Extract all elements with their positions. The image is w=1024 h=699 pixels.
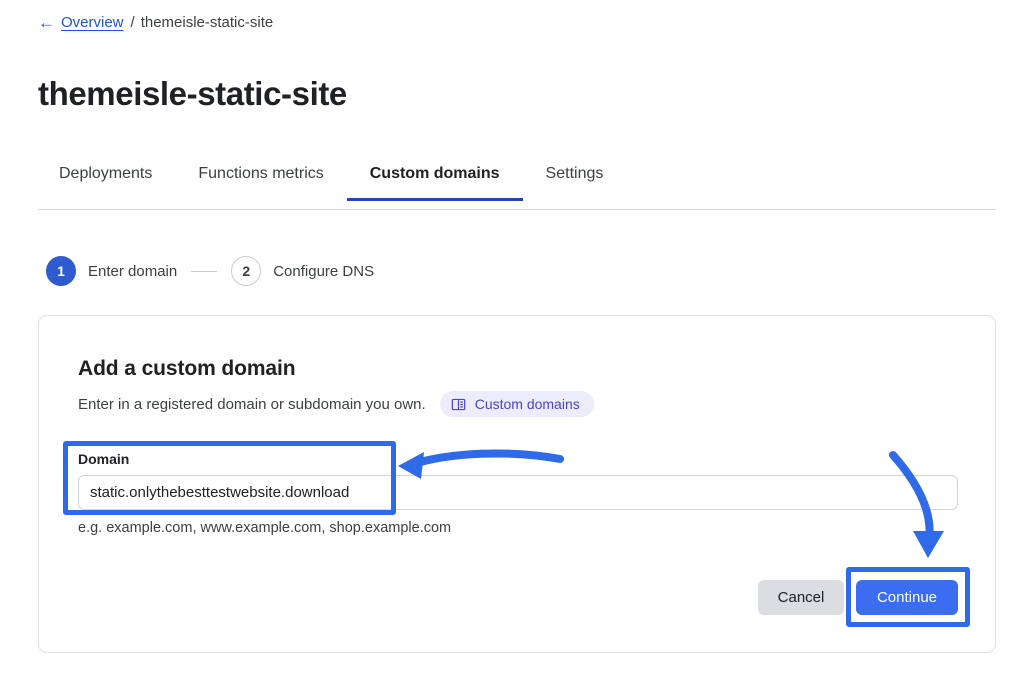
card-title: Add a custom domain: [78, 357, 295, 381]
step-connector: [191, 271, 217, 272]
left-arrow-icon: ←: [38, 14, 55, 31]
breadcrumb: ← Overview / themeisle-static-site: [38, 14, 273, 31]
continue-button[interactable]: Continue: [856, 580, 958, 615]
tab-custom-domains[interactable]: Custom domains: [347, 164, 523, 200]
step-1-label: Enter domain: [88, 263, 177, 280]
breadcrumb-separator: /: [131, 15, 135, 30]
breadcrumb-current: themeisle-static-site: [141, 15, 274, 30]
breadcrumb-link-overview[interactable]: Overview: [61, 15, 124, 30]
tab-settings[interactable]: Settings: [523, 164, 627, 200]
card-subtitle: Enter in a registered domain or subdomai…: [78, 396, 426, 413]
custom-domains-doc-badge[interactable]: Custom domains: [440, 391, 594, 417]
domain-input[interactable]: [78, 475, 958, 510]
card-subtitle-row: Enter in a registered domain or subdomai…: [78, 391, 594, 417]
doc-badge-label: Custom domains: [475, 396, 580, 412]
tab-bar: Deployments Functions metrics Custom dom…: [38, 164, 996, 210]
book-icon: [451, 397, 466, 412]
step-2-label: Configure DNS: [273, 263, 374, 280]
domain-field-label: Domain: [78, 451, 129, 467]
page-title: themeisle-static-site: [38, 74, 347, 114]
step-2-indicator[interactable]: 2: [231, 256, 261, 286]
add-domain-card: Add a custom domain Enter in a registere…: [38, 315, 996, 653]
tab-deployments[interactable]: Deployments: [38, 164, 175, 200]
tab-functions-metrics[interactable]: Functions metrics: [175, 164, 346, 200]
stepper: 1 Enter domain 2 Configure DNS: [46, 256, 374, 286]
step-1-indicator[interactable]: 1: [46, 256, 76, 286]
cancel-button[interactable]: Cancel: [758, 580, 844, 615]
domain-helper-text: e.g. example.com, www.example.com, shop.…: [78, 520, 451, 536]
